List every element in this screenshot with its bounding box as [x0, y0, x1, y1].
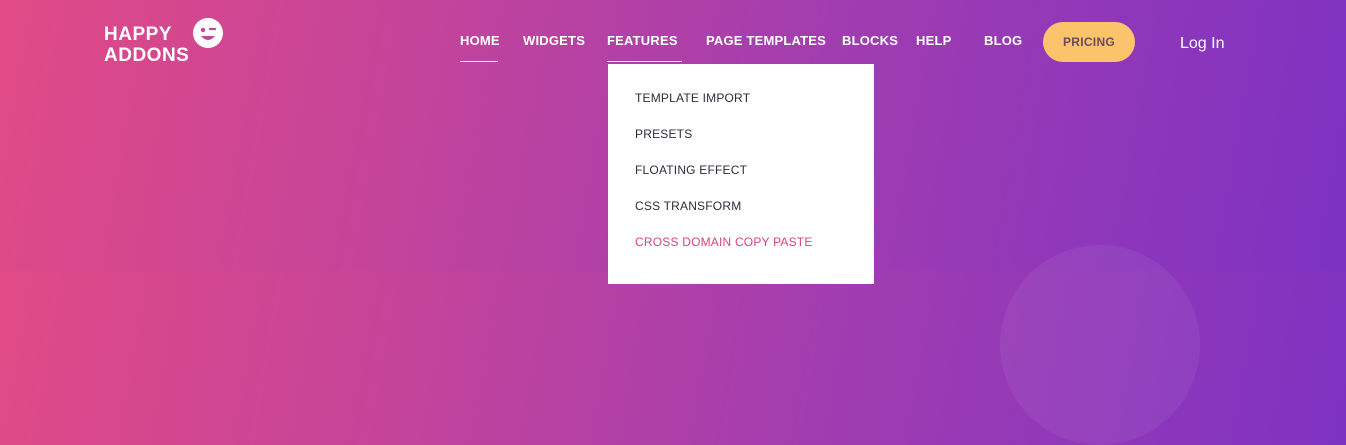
login-link[interactable]: Log In — [1180, 35, 1224, 53]
logo-line-1: HAPPY — [104, 24, 172, 45]
nav-item-page-templates[interactable]: PAGE TEMPLATES — [706, 33, 826, 48]
dropdown-item-cross-domain-copy-paste[interactable]: CROSS DOMAIN COPY PASTE — [635, 235, 813, 249]
dropdown-item-template-import[interactable]: TEMPLATE IMPORT — [635, 91, 750, 105]
pricing-button[interactable]: PRICING — [1043, 22, 1135, 62]
nav-item-help[interactable]: HELP — [916, 33, 951, 48]
smiley-face-icon — [193, 18, 223, 48]
logo-text: HAPPY ADDONS — [104, 24, 189, 66]
background-decoration — [1000, 245, 1200, 445]
site-logo[interactable]: HAPPY ADDONS — [104, 14, 228, 72]
nav-item-home[interactable]: HOME — [460, 33, 500, 48]
nav-item-blog[interactable]: BLOG — [984, 33, 1022, 48]
nav-item-widgets[interactable]: WIDGETS — [523, 33, 585, 48]
logo-line-2: ADDONS — [104, 45, 190, 66]
dropdown-item-css-transform[interactable]: CSS TRANSFORM — [635, 199, 741, 213]
home-active-underline — [460, 61, 498, 62]
nav-item-features[interactable]: FEATURES — [607, 33, 678, 48]
dropdown-item-floating-effect[interactable]: FLOATING EFFECT — [635, 163, 747, 177]
features-hover-underline — [607, 61, 682, 62]
dropdown-item-presets[interactable]: PRESETS — [635, 127, 692, 141]
features-dropdown-menu: TEMPLATE IMPORT PRESETS FLOATING EFFECT … — [608, 64, 874, 284]
nav-item-blocks[interactable]: BLOCKS — [842, 33, 898, 48]
